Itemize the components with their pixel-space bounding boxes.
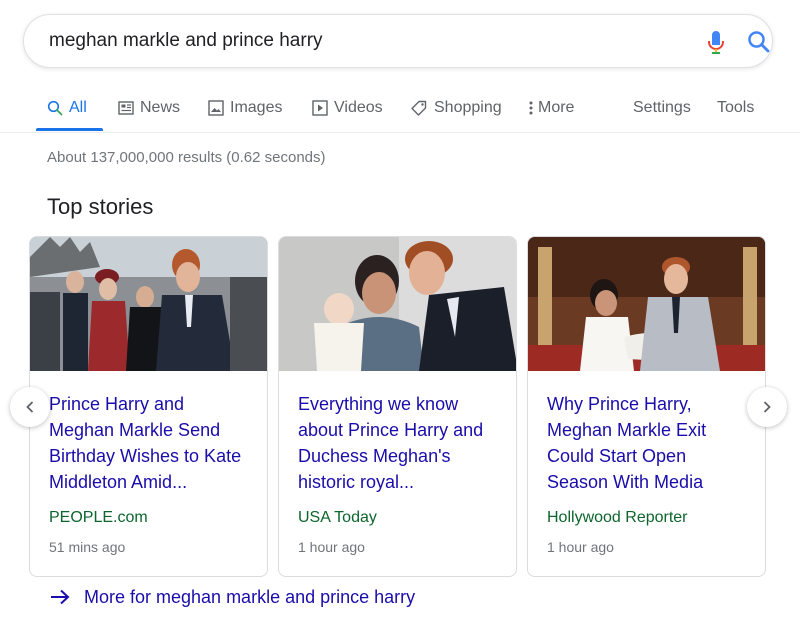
story-source: Hollywood Reporter [547,509,688,526]
tab-all[interactable]: All [47,96,87,120]
story-thumbnail[interactable] [528,237,766,371]
tab-tools[interactable]: Tools [717,96,754,120]
divider [0,132,800,133]
arrow-right-icon [51,589,70,605]
carousel-prev-button[interactable] [10,387,50,427]
story-source: PEOPLE.com [49,509,148,526]
tab-shopping[interactable]: Shopping [410,96,502,120]
search-bar[interactable] [23,14,773,68]
story-timestamp: 51 mins ago [49,539,126,555]
tab-label: News [140,99,181,116]
image-icon [208,100,224,116]
story-headline[interactable]: Everything we know about Prince Harry an… [298,391,503,495]
video-icon [312,100,328,116]
active-tab-indicator [36,128,103,131]
news-icon [118,101,134,115]
tab-label: Settings [633,99,691,116]
search-icon [47,100,63,116]
mic-icon[interactable] [704,29,728,55]
carousel-next-button[interactable] [747,387,787,427]
tab-label: Images [230,99,283,116]
tab-label: All [69,99,87,116]
tab-more[interactable]: More [528,96,574,120]
story-thumbnail[interactable] [30,237,268,371]
story-card[interactable]: Prince Harry and Meghan Markle Send Birt… [29,236,268,577]
tab-label: More [538,99,575,116]
tab-label: Shopping [434,99,502,116]
story-source: USA Today [298,509,377,526]
story-headline[interactable]: Why Prince Harry, Meghan Markle Exit Cou… [547,391,752,495]
story-timestamp: 1 hour ago [298,539,365,555]
story-thumbnail[interactable] [279,237,517,371]
top-stories-heading: Top stories [47,194,154,219]
chevron-right-icon [763,401,771,413]
story-timestamp: 1 hour ago [547,539,614,555]
results-count: About 137,000,000 results (0.62 seconds) [47,149,326,166]
tab-videos[interactable]: Videos [312,96,383,120]
more-stories-label: More for meghan markle and prince harry [84,586,416,607]
tag-icon [411,100,427,116]
tab-news[interactable]: News [118,96,180,120]
tab-images[interactable]: Images [208,96,282,120]
story-card[interactable]: Everything we know about Prince Harry an… [278,236,517,577]
story-card[interactable]: Why Prince Harry, Meghan Markle Exit Cou… [527,236,766,577]
story-headline[interactable]: Prince Harry and Meghan Markle Send Birt… [49,391,254,495]
more-vert-icon [529,101,533,115]
tab-settings[interactable]: Settings [633,96,691,120]
chevron-left-icon [26,401,34,413]
search-tabs: All News Images Videos Shopping More Set… [0,86,800,132]
tab-label: Videos [334,99,383,116]
search-icon[interactable] [746,29,772,55]
tab-label: Tools [717,99,755,116]
more-stories-link[interactable]: More for meghan markle and prince harry [50,585,415,609]
search-input[interactable] [49,30,649,52]
